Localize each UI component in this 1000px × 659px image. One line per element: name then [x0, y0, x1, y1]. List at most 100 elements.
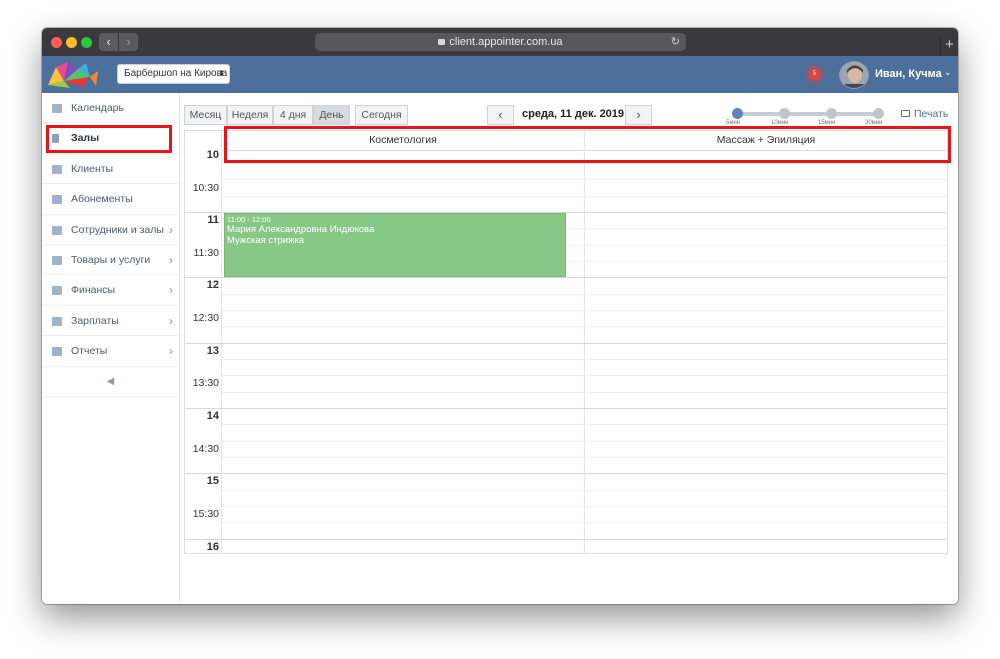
view-4days-button[interactable]: 4 дня: [273, 105, 313, 125]
event-service: Мужская стрижка: [227, 235, 305, 246]
chevron-right-icon: ›: [169, 313, 173, 328]
printer-icon: [901, 110, 910, 117]
slot-line: [222, 441, 947, 442]
print-button[interactable]: Печать: [901, 108, 948, 120]
time-label: 13: [206, 345, 219, 357]
slider-stop-15min[interactable]: [826, 108, 837, 119]
slider-track: [736, 112, 880, 116]
slot-line: [222, 375, 947, 376]
time-label: 12:30: [192, 312, 219, 324]
time-label: 12: [206, 279, 219, 291]
chevron-down-icon[interactable]: ⌄: [944, 67, 952, 78]
slot-line: [222, 163, 947, 164]
hour-line: [185, 539, 947, 540]
time-label: 10: [206, 149, 219, 161]
back-button[interactable]: ‹: [99, 33, 118, 51]
next-day-button[interactable]: ›: [625, 105, 652, 125]
interval-slider[interactable]: 5мин 10мин 15мин 30мин: [726, 106, 884, 126]
slider-stop-5min[interactable]: [732, 108, 743, 119]
forward-button[interactable]: ›: [119, 33, 138, 51]
hour-line: [185, 343, 947, 344]
chevron-right-icon: ›: [169, 283, 173, 298]
card-icon: [52, 255, 62, 265]
users-icon: [52, 164, 62, 174]
collapse-left-icon: ◀: [106, 375, 115, 387]
chevron-right-icon: ›: [636, 107, 641, 122]
sidebar-item-products[interactable]: Товары и услуги ›: [42, 245, 179, 276]
sidebar-item-label: Залы: [71, 132, 100, 145]
browser-nav: ‹ ›: [99, 33, 138, 51]
today-button[interactable]: Сегодня: [355, 105, 408, 125]
sidebar-item-label: Сотрудники и залы: [71, 223, 164, 236]
slot-line: [222, 506, 947, 507]
view-month-button[interactable]: Месяц: [184, 105, 227, 125]
sidebar-item-subscriptions[interactable]: Абонементы: [42, 184, 179, 215]
chevron-right-icon: ›: [169, 222, 173, 237]
maximize-window-button[interactable]: [81, 37, 92, 48]
chevron-right-icon: ›: [169, 344, 173, 359]
slider-label: 15мин: [818, 120, 836, 126]
sidebar-item-label: Клиенты: [71, 162, 114, 175]
chevron-right-icon: ›: [169, 252, 173, 267]
sidebar-item-label: Финансы: [71, 284, 116, 297]
bar-chart-icon: [52, 347, 62, 357]
address-bar[interactable]: client.appointer.com.ua ↻: [315, 33, 686, 51]
hour-line: [185, 277, 947, 278]
event-client: Мария Александровна Индюкова: [227, 224, 375, 235]
day-calendar-grid: Косметология Массаж + Эпиляция 10 10:30 …: [184, 130, 948, 554]
user-photo-icon: [840, 62, 868, 88]
calculator-icon: [52, 316, 62, 326]
user-name[interactable]: Иван, Кучма: [875, 68, 942, 80]
date-title: среда, 11 дек. 2019: [522, 108, 625, 120]
card-icon: [52, 195, 62, 205]
minimize-window-button[interactable]: [66, 37, 77, 48]
appointment-event[interactable]: 11:00 - 12:00 Мария Александровна Индюко…: [224, 213, 566, 277]
sidebar-item-label: Отчеты: [71, 345, 108, 358]
sidebar-item-clients[interactable]: Клиенты: [42, 154, 179, 185]
sidebar-item-finance[interactable]: Финансы ›: [42, 275, 179, 306]
reload-icon[interactable]: ↻: [671, 33, 680, 51]
sidebar-item-salaries[interactable]: Зарплаты ›: [42, 306, 179, 337]
lock-icon: [438, 39, 446, 45]
hour-line: [185, 473, 947, 474]
slot-line: [222, 522, 947, 523]
slot-line: [222, 310, 947, 311]
avatar[interactable]: [839, 61, 869, 89]
time-label: 15: [206, 475, 219, 487]
time-label: 14:30: [192, 443, 219, 455]
sidebar-item-halls[interactable]: Залы: [42, 123, 179, 154]
hour-line: [185, 408, 947, 409]
browser-window: ‹ › client.appointer.com.ua ↻ + Барбершо…: [42, 28, 958, 604]
url-text: client.appointer.com.ua: [449, 36, 563, 48]
browser-titlebar: ‹ › client.appointer.com.ua ↻ +: [42, 28, 958, 56]
slot-line: [222, 359, 947, 360]
sidebar-item-label: Товары и услуги: [71, 253, 151, 266]
sidebar-item-label: Календарь: [71, 102, 124, 114]
slot-line: [222, 196, 947, 197]
notifications-badge[interactable]: 5: [809, 69, 820, 80]
bookmark-icon: [52, 134, 59, 144]
collapse-sidebar-button[interactable]: ◀: [42, 367, 179, 397]
event-time: 11:00 - 12:00: [227, 215, 271, 224]
slot-line: [222, 179, 947, 180]
time-label: 11: [207, 214, 219, 226]
sidebar-item-calendar[interactable]: Календарь: [42, 93, 179, 124]
sidebar-item-reports[interactable]: Отчеты ›: [42, 336, 179, 367]
close-window-button[interactable]: [51, 37, 62, 48]
sidebar: Календарь Залы Клиенты Абонементы Сотруд…: [42, 93, 180, 604]
new-tab-button[interactable]: +: [940, 36, 958, 56]
prev-day-button[interactable]: ‹: [487, 105, 514, 125]
time-label: 13:30: [192, 377, 219, 389]
slot-line: [222, 392, 947, 393]
sidebar-item-staff[interactable]: Сотрудники и залы ›: [42, 215, 179, 245]
calendar-icon: [52, 104, 62, 113]
sidebar-item-label: Абонементы: [71, 193, 133, 206]
view-day-button[interactable]: День: [313, 105, 350, 125]
chevron-left-icon: ‹: [498, 107, 503, 122]
slider-stop-10min[interactable]: [779, 108, 790, 119]
branch-selector[interactable]: Барбершоп на Кирова ⬍: [117, 64, 230, 84]
slider-stop-30min[interactable]: [873, 108, 884, 119]
view-week-button[interactable]: Неделя: [227, 105, 273, 125]
money-icon: [52, 286, 62, 296]
time-label: 16: [206, 541, 219, 553]
